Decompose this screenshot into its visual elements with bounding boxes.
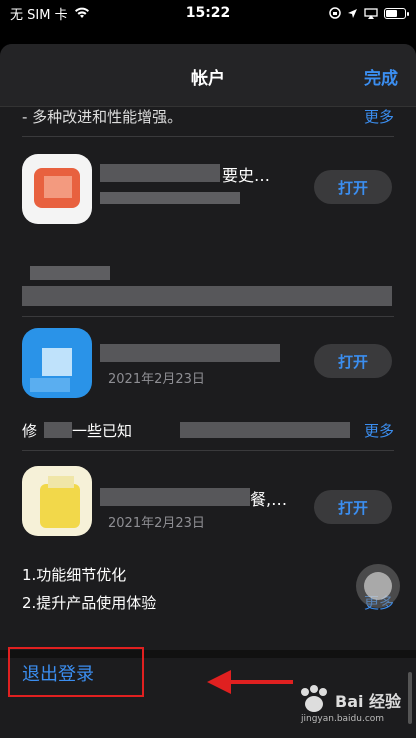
pixelated-area [180,422,350,438]
done-button[interactable]: 完成 [364,64,398,89]
assistive-touch-button[interactable] [356,564,400,608]
pixelated-area [22,286,392,306]
pixelated-area [30,266,110,280]
watermark-brand: Bai 经验 [335,692,402,711]
updates-list[interactable]: - 多种改进和性能增强。 更多 要史… 打开 2021年2月23日 打开 修 一… [0,106,416,646]
status-bar: 无 SIM 卡 15:22 [0,0,416,26]
open-button[interactable]: 打开 [314,344,392,378]
carrier-label: 无 SIM 卡 [10,7,68,23]
release-note: - 多种改进和性能增强。 [22,108,183,126]
pixelated-area [100,164,220,182]
page-title: 帐户 [191,69,225,89]
release-note: 修 [22,422,38,440]
more-link[interactable]: 更多 [364,420,394,441]
app-icon[interactable] [22,466,92,536]
release-note: 2.提升产品使用体验 [22,594,157,612]
arrow-icon [207,670,293,694]
paw-icon [301,685,327,712]
pixelated-area [44,422,72,438]
divider [22,316,394,317]
account-sheet: 帐户 完成 - 多种改进和性能增强。 更多 要史… 打开 2021年2月23日 … [0,44,416,738]
nav-bar: 帐户 完成 [0,44,416,107]
more-link[interactable]: 更多 [364,106,394,127]
scroll-handle[interactable] [408,672,412,724]
divider [22,136,394,137]
open-button[interactable]: 打开 [314,490,392,524]
highlight-box [8,647,144,697]
update-date: 2021年2月23日 [108,372,205,387]
release-note: 1.功能细节优化 [22,566,127,584]
pixelated-area [100,192,240,204]
pixelated-area [100,344,280,362]
watermark: Bai 经验 jingyan.baidu.com [295,682,410,732]
app-icon[interactable] [22,328,92,398]
location-icon [348,8,357,18]
orientation-lock-icon [329,7,341,19]
wifi-icon [74,7,89,18]
status-time: 15:22 [185,5,231,21]
update-date: 2021年2月23日 [108,516,205,531]
app-name: 要史… [222,166,271,185]
open-button[interactable]: 打开 [314,170,392,204]
battery-icon [384,7,409,19]
screen-mirroring-icon [364,7,378,19]
app-name: 餐,… [250,490,288,509]
release-note: 一些已知 [72,422,133,440]
watermark-url: jingyan.baidu.com [301,714,385,724]
app-icon[interactable] [22,154,92,224]
divider [22,450,394,451]
pixelated-area [100,488,250,506]
